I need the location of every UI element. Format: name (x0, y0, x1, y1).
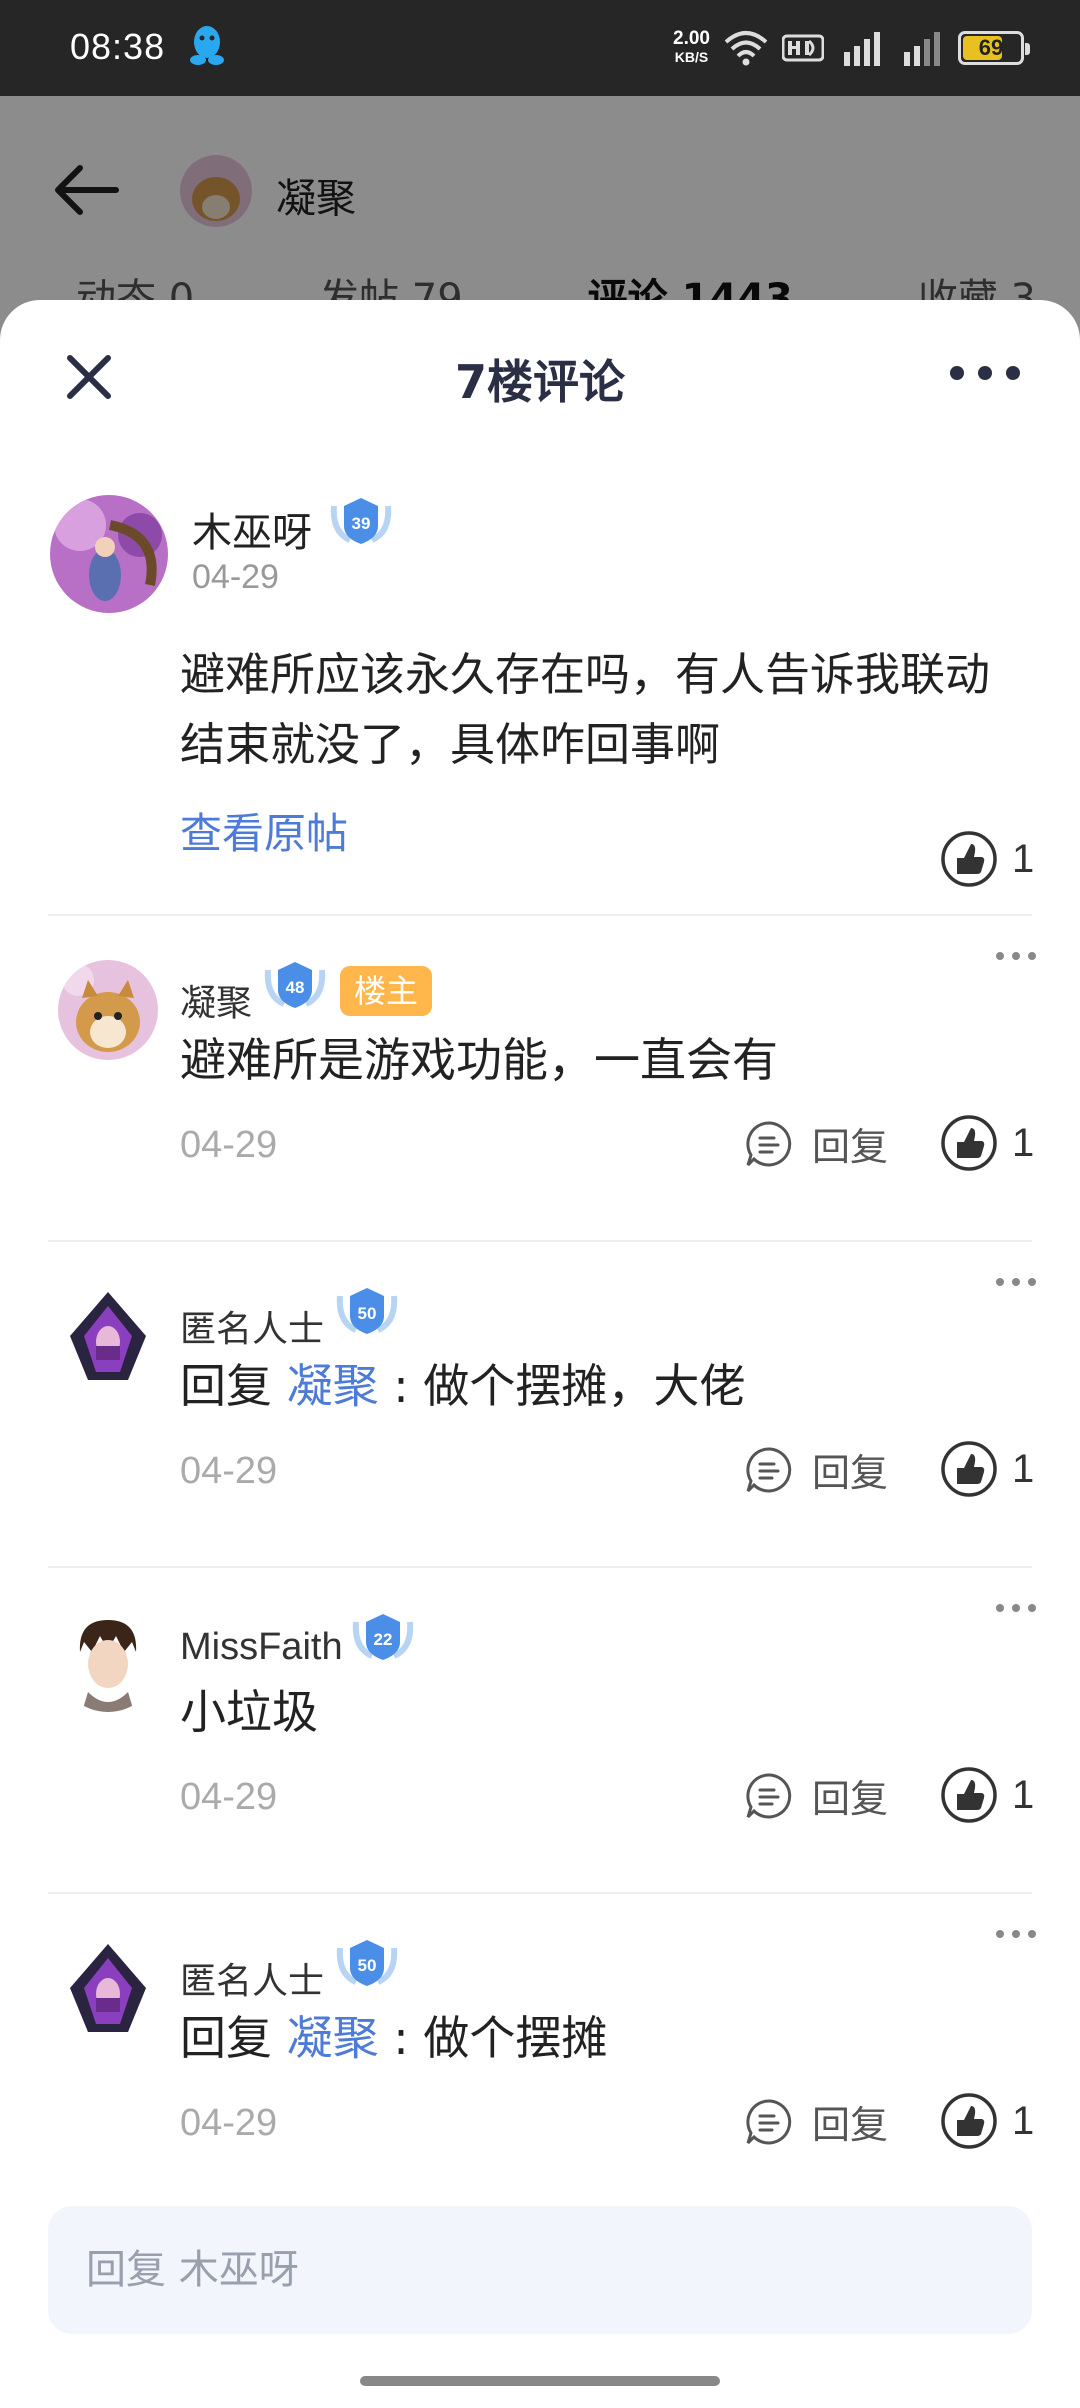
avatar[interactable] (58, 1938, 158, 2038)
mention-link[interactable]: 凝聚 (287, 2011, 379, 2065)
level-badge-icon: 22 (352, 1614, 414, 1660)
avatar[interactable] (58, 960, 158, 1060)
like-button[interactable]: 1 (940, 1766, 1034, 1824)
thumbs-up-icon (941, 1115, 997, 1171)
mention-link[interactable]: 凝聚 (287, 1359, 379, 1413)
comment-text: 避难所是游戏功能，一直会有 (180, 1033, 778, 1087)
author-name[interactable]: 匿名人士 (180, 1300, 324, 1352)
reply-item: 凝聚 48 楼主 避难所是游戏功能，一直会有 04-29 回复 1 (0, 916, 1080, 1242)
comment-text: 回复 凝聚 : 做个摆摊，大佬 (180, 1359, 746, 1413)
view-original-link[interactable]: 查看原帖 (180, 800, 348, 861)
comment-thread-sheet: 7楼评论 木巫呀 39 04-29 避难所应该永久存在吗，有人告诉我联动结束就没… (0, 300, 1080, 2408)
reply-input-placeholder: 回复 木巫呀 (86, 2247, 299, 2293)
status-time: 08:38 (70, 26, 166, 67)
comment-bubble-icon (746, 1446, 792, 1492)
avatar[interactable] (58, 1612, 158, 1712)
svg-text:48: 48 (286, 978, 305, 997)
reply-button[interactable]: 回复 (744, 1442, 888, 1497)
comment-date: 04-29 (180, 1124, 278, 1166)
like-button[interactable]: 1 (940, 830, 1034, 888)
like-button[interactable]: 1 (940, 1114, 1034, 1172)
svg-text:22: 22 (374, 1630, 393, 1649)
comment-date: 04-29 (180, 1450, 278, 1492)
svg-text:50: 50 (358, 1956, 377, 1975)
more-options-icon[interactable] (950, 358, 1020, 388)
comment-text: 回复 凝聚 : 做个摆摊 (180, 2011, 608, 2065)
svg-text:39: 39 (352, 514, 371, 533)
reply-button[interactable]: 回复 (744, 1116, 888, 1171)
comment-text: 小垃圾 (180, 1685, 318, 1739)
reply-input[interactable]: 回复 木巫呀 (48, 2206, 1032, 2334)
comment-date: 04-29 (180, 1776, 278, 1818)
network-speed: 2.00 KB/S (673, 28, 710, 65)
like-button[interactable]: 1 (940, 2092, 1034, 2150)
author-name[interactable]: 凝聚 (180, 974, 252, 1026)
svg-text:50: 50 (358, 1304, 377, 1323)
author-name[interactable]: 匿名人士 (180, 1952, 324, 2004)
reply-item: MissFaith 22 小垃圾 04-29 回复 1 (0, 1568, 1080, 1894)
more-options-icon[interactable] (996, 952, 1036, 964)
thumbs-up-icon (941, 831, 997, 887)
comment-date: 04-29 (180, 2102, 278, 2144)
comment-bubble-icon (746, 2098, 792, 2144)
level-badge-icon: 50 (336, 1940, 398, 1986)
like-button[interactable]: 1 (940, 1440, 1034, 1498)
home-indicator[interactable] (360, 2376, 720, 2386)
qq-penguin-icon (190, 26, 224, 65)
post-text: 避难所应该永久存在吗，有人告诉我联动结束就没了，具体咋回事啊 (180, 648, 991, 771)
comment-bubble-icon (746, 1120, 792, 1166)
thumbs-up-icon (941, 2093, 997, 2149)
signal-4g-icon (844, 32, 880, 66)
battery-icon: 69 (958, 31, 1030, 65)
more-options-icon[interactable] (996, 1604, 1036, 1616)
level-badge-icon: 39 (330, 498, 392, 544)
avatar[interactable] (50, 495, 168, 613)
comment-bubble-icon (746, 1772, 792, 1818)
thumbs-up-icon (941, 1441, 997, 1497)
more-options-icon[interactable] (996, 1278, 1036, 1290)
status-bar: 08:38 2.00 KB/S 69 (0, 0, 1080, 96)
wifi-icon (724, 31, 768, 66)
level-badge-icon: 48 (264, 962, 326, 1008)
post-date: 04-29 (192, 558, 279, 596)
author-name[interactable]: 木巫呀 (192, 500, 312, 558)
reply-button[interactable]: 回复 (744, 2094, 888, 2149)
hd-icon (782, 34, 824, 62)
thumbs-up-icon (941, 1767, 997, 1823)
reply-item: 匿名人士 50 回复 凝聚 : 做个摆摊 04-29 回复 1 (0, 1894, 1080, 2220)
avatar[interactable] (58, 1286, 158, 1386)
level-badge-icon: 50 (336, 1288, 398, 1334)
signal-4g-icon-2 (904, 32, 940, 66)
reply-button[interactable]: 回复 (744, 1768, 888, 1823)
author-name[interactable]: MissFaith (180, 1626, 343, 1669)
sheet-title: 7楼评论 (454, 355, 625, 409)
reply-item: 匿名人士 50 回复 凝聚 : 做个摆摊，大佬 04-29 回复 1 (0, 1242, 1080, 1568)
more-options-icon[interactable] (996, 1930, 1036, 1942)
host-badge: 楼主 (340, 966, 433, 1016)
